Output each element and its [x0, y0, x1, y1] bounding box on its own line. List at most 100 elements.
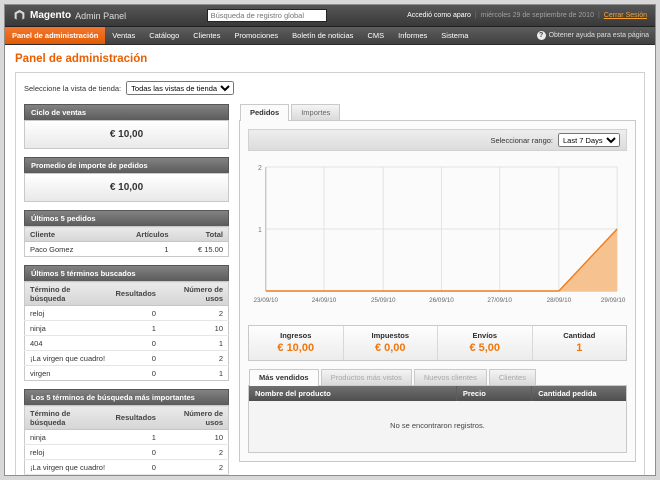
tab-pedidos[interactable]: Pedidos: [240, 104, 289, 121]
store-switcher: Seleccione la vista de tienda: Todas las…: [24, 81, 636, 95]
nav-item-boletin[interactable]: Boletín de noticias: [285, 27, 360, 44]
last-orders-box: Últimos 5 pedidos Cliente Artículos Tota…: [24, 210, 229, 257]
chart-tabs: Pedidos Importes: [239, 104, 636, 120]
cell-uses: 1: [161, 475, 229, 477]
column-header: Resultados: [111, 282, 161, 306]
column-header: Número de usos: [161, 406, 229, 430]
empty-row: No se encontraron registros.: [249, 401, 626, 452]
totals-bar: Ingresos € 10,00 Impuestos € 0,00 Envíos…: [248, 325, 627, 361]
nav-item-ventas[interactable]: Ventas: [105, 27, 142, 44]
stat-value: € 10,00: [249, 342, 343, 354]
store-switcher-select[interactable]: Todas las vistas de tienda: [126, 81, 234, 95]
x-axis-label: 23/09/10: [254, 297, 279, 304]
cell-results: 0: [111, 366, 161, 381]
separator: |: [598, 12, 600, 19]
cell-results: 0: [111, 351, 161, 366]
main-nav: Panel de administración Ventas Catálogo …: [5, 27, 655, 45]
cell-term: 404: [25, 475, 111, 477]
tab-mas-vendidos[interactable]: Más vendidos: [249, 369, 319, 386]
y-axis-label: 2: [258, 165, 262, 172]
average-orders-value: € 10,00: [24, 173, 229, 202]
stat-label: Ingresos: [249, 331, 343, 340]
table-row[interactable]: ninja 1 10: [25, 430, 229, 445]
y-axis-label: 1: [258, 227, 262, 234]
nav-item-dashboard[interactable]: Panel de administración: [5, 27, 105, 44]
top-search-terms-title: Los 5 términos de búsqueda más important…: [24, 389, 229, 405]
nav-item-catalogo[interactable]: Catálogo: [142, 27, 186, 44]
cell-results: 0: [111, 460, 161, 475]
cell-term: ninja: [25, 321, 111, 336]
tab-nuevos-clientes[interactable]: Nuevos clientes: [414, 369, 487, 385]
help-label: Obtener ayuda para esta página: [549, 32, 649, 39]
stat-impuestos: Impuestos € 0,00: [343, 326, 438, 360]
column-header: Número de usos: [161, 282, 229, 306]
top-search-terms-box: Los 5 términos de búsqueda más important…: [24, 389, 229, 476]
orders-chart: 2 1 23/09/10 24/09/10 25/09/10 26/09/10 …: [250, 159, 625, 317]
stat-value: 1: [533, 342, 627, 354]
table-row[interactable]: 404 0 1: [25, 475, 229, 477]
x-axis-label: 24/09/10: [312, 297, 337, 304]
products-grid: Nombre del producto Precio Cantidad pedi…: [248, 385, 627, 453]
x-axis-label: 29/09/10: [601, 297, 626, 304]
last-search-terms-title: Últimos 5 términos buscados: [24, 265, 229, 281]
table-row[interactable]: ninja 1 10: [25, 321, 229, 336]
global-search-input[interactable]: [207, 9, 327, 22]
column-header: Precio: [456, 386, 531, 401]
table-row[interactable]: virgen 0 1: [25, 366, 229, 381]
table-row[interactable]: Paco Gomez 1 € 15.00: [25, 242, 229, 257]
table-header-row: Término de búsqueda Resultados Número de…: [25, 282, 229, 306]
stat-label: Envíos: [438, 331, 532, 340]
last-orders-title: Últimos 5 pedidos: [24, 210, 229, 226]
column-header: Término de búsqueda: [25, 406, 111, 430]
dashboard-columns: Ciclo de ventas € 10,00 Promedio de impo…: [24, 104, 636, 476]
table-row[interactable]: ¡La virgen que cuadro! 0 2: [25, 351, 229, 366]
x-axis-label: 27/09/10: [487, 297, 512, 304]
cell-total: € 15.00: [174, 242, 229, 257]
magento-logo-icon: [13, 9, 26, 22]
help-link[interactable]: Obtener ayuda para esta página: [537, 27, 655, 44]
magento-admin-window: Magento Admin Panel Accedió como aparo |…: [4, 4, 656, 476]
cell-term: virgen: [25, 366, 111, 381]
chart-panel: Seleccionar rango: Last 7 Days: [239, 120, 636, 462]
nav-item-sistema[interactable]: Sistema: [434, 27, 475, 44]
dashboard-sidebar: Ciclo de ventas € 10,00 Promedio de impo…: [24, 104, 229, 476]
cell-results: 0: [111, 336, 161, 351]
x-axis-label: 28/09/10: [547, 297, 572, 304]
empty-message: No se encontraron registros.: [249, 401, 626, 452]
column-header: Cliente: [25, 227, 108, 242]
tab-clientes[interactable]: Clientes: [489, 369, 536, 385]
lifetime-sales-box: Ciclo de ventas € 10,00: [24, 104, 229, 149]
nav-item-promociones[interactable]: Promociones: [227, 27, 285, 44]
table-row[interactable]: ¡La virgen que cuadro! 0 2: [25, 460, 229, 475]
nav-item-clientes[interactable]: Clientes: [186, 27, 227, 44]
nav-item-informes[interactable]: Informes: [391, 27, 434, 44]
content-area: Panel de administración Seleccione la vi…: [5, 45, 655, 476]
x-axis-label: 26/09/10: [429, 297, 454, 304]
range-select[interactable]: Last 7 Days: [558, 133, 620, 147]
tab-importes[interactable]: Importes: [291, 104, 340, 120]
dashboard-container: Seleccione la vista de tienda: Todas las…: [15, 72, 645, 476]
column-header: Total: [174, 227, 229, 242]
table-row[interactable]: reloj 0 2: [25, 306, 229, 321]
cell-results: 1: [111, 430, 161, 445]
cell-results: 1: [111, 321, 161, 336]
column-header: Resultados: [111, 406, 161, 430]
logged-in-as: Accedió como aparo: [407, 12, 471, 19]
chart-wrap: 2 1 23/09/10 24/09/10 25/09/10 26/09/10 …: [248, 151, 627, 317]
table-row[interactable]: reloj 0 2: [25, 445, 229, 460]
cell-term: reloj: [25, 306, 111, 321]
cell-term: ¡La virgen que cuadro!: [25, 351, 111, 366]
top-search-terms-table: Término de búsqueda Resultados Número de…: [24, 405, 229, 476]
cell-term: ¡La virgen que cuadro!: [25, 460, 111, 475]
brand-suffix: Admin Panel: [75, 11, 126, 21]
table-header-row: Término de búsqueda Resultados Número de…: [25, 406, 229, 430]
column-header: Término de búsqueda: [25, 282, 111, 306]
cell-uses: 2: [161, 460, 229, 475]
range-bar: Seleccionar rango: Last 7 Days: [248, 129, 627, 151]
lifetime-sales-title: Ciclo de ventas: [24, 104, 229, 120]
logout-link[interactable]: Cerrar Sesión: [604, 12, 647, 19]
nav-item-cms[interactable]: CMS: [360, 27, 391, 44]
table-row[interactable]: 404 0 1: [25, 336, 229, 351]
x-axis-label: 25/09/10: [371, 297, 396, 304]
tab-productos-mas-vistos[interactable]: Productos más vistos: [321, 369, 412, 385]
